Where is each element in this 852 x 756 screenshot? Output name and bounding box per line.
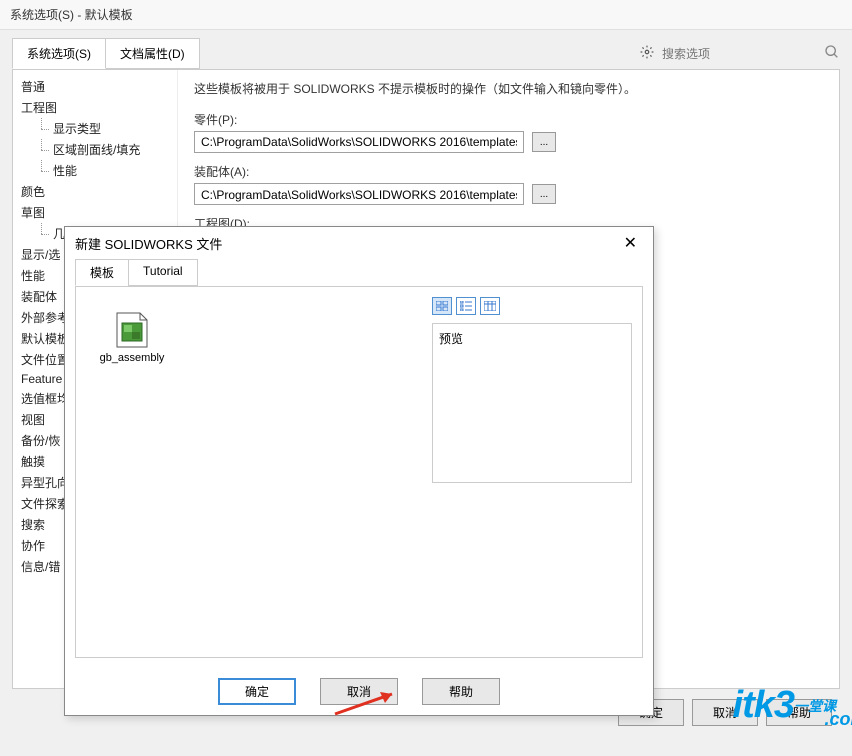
dialog-title: 新建 SOLIDWORKS 文件 <box>75 234 222 253</box>
system-options-tab[interactable]: 系统选项(S) <box>12 38 106 69</box>
document-properties-tab[interactable]: 文档属性(D) <box>105 38 200 69</box>
tree-item-colors[interactable]: 颜色 <box>17 181 173 202</box>
assembly-label: 装配体(A): <box>194 163 823 180</box>
watermark-logo: itk3一堂课 .com <box>733 684 836 748</box>
assembly-icon <box>114 307 150 349</box>
view-list[interactable] <box>456 297 476 315</box>
dialog-cancel-button[interactable]: 取消 <box>320 678 398 705</box>
view-large-icons[interactable] <box>432 297 452 315</box>
preview-label: 预览 <box>439 330 625 347</box>
template-gb-assembly[interactable]: gb_assembly <box>92 303 172 368</box>
panel-description: 这些模板将被用于 SOLIDWORKS 不提示模板时的操作（如文件输入和镜向零件… <box>194 80 823 99</box>
part-label: 零件(P): <box>194 111 823 128</box>
tree-item-display-style[interactable]: 显示类型 <box>17 118 173 139</box>
template-label: gb_assembly <box>100 352 165 364</box>
main-tab-bar: 系统选项(S) 文档属性(D) <box>12 38 199 69</box>
search-icon[interactable] <box>824 44 840 63</box>
part-path-input[interactable] <box>194 131 524 153</box>
template-list: gb_assembly <box>86 297 422 647</box>
preview-panel: 预览 <box>432 323 632 483</box>
view-details[interactable] <box>480 297 500 315</box>
window-title: 系统选项(S) - 默认模板 <box>0 0 852 30</box>
dialog-ok-button[interactable]: 确定 <box>218 678 296 705</box>
search-input[interactable] <box>658 43 824 65</box>
tree-item-performance[interactable]: 性能 <box>17 160 173 181</box>
assembly-path-input[interactable] <box>194 183 524 205</box>
gear-icon <box>640 45 654 62</box>
browse-part-button[interactable]: ... <box>532 132 556 152</box>
dialog-help-button[interactable]: 帮助 <box>422 678 500 705</box>
close-icon[interactable]: ✕ <box>618 233 643 253</box>
tutorial-tab[interactable]: Tutorial <box>128 259 198 286</box>
new-solidworks-file-dialog: 新建 SOLIDWORKS 文件 ✕ 模板 Tutorial gb_assemb… <box>64 226 654 716</box>
templates-tab[interactable]: 模板 <box>75 259 129 286</box>
tree-item-sketch[interactable]: 草图 <box>17 202 173 223</box>
tree-item-drawings[interactable]: 工程图 <box>17 97 173 118</box>
tree-item-area-hatch[interactable]: 区域剖面线/填充 <box>17 139 173 160</box>
browse-assembly-button[interactable]: ... <box>532 184 556 204</box>
tree-item-general[interactable]: 普通 <box>17 76 173 97</box>
search-options[interactable] <box>640 43 840 65</box>
